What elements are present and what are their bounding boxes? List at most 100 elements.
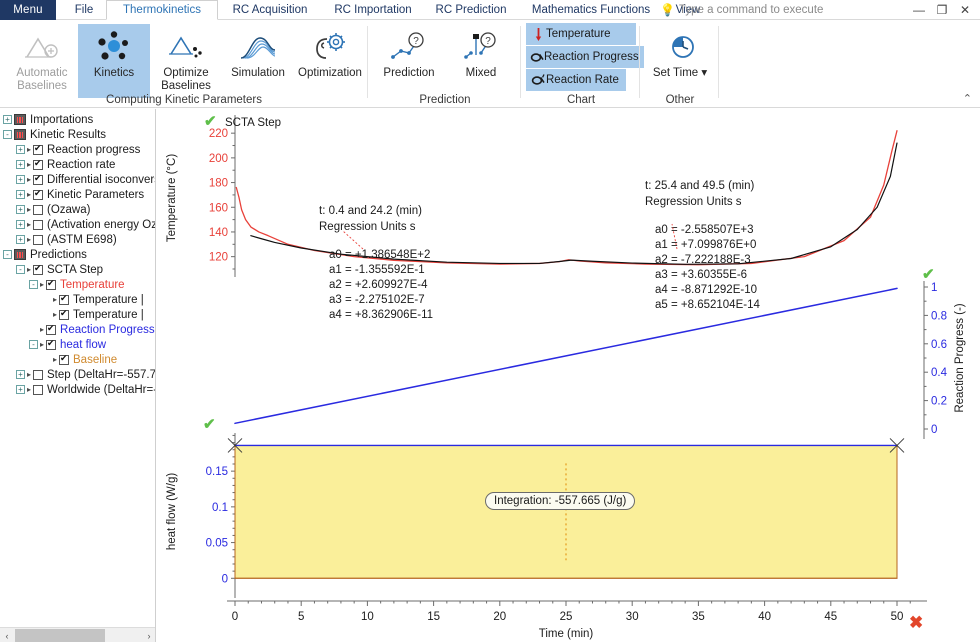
series-visible-checkmark-heat-flow[interactable]: ✔	[203, 417, 216, 432]
tab-rc-prediction[interactable]: RC Prediction	[424, 0, 518, 20]
ribbon-button-set-time[interactable]: Set Time ▾	[644, 24, 716, 98]
tree-item[interactable]: -Predictions	[0, 247, 155, 262]
minimize-button[interactable]: —	[908, 0, 930, 20]
close-chart-icon[interactable]: ✖	[909, 614, 923, 631]
tree-item-checkbox[interactable]	[46, 280, 56, 290]
tree-item[interactable]: +▸Worldwide (DeltaHr=-	[0, 382, 155, 397]
tree-item[interactable]: -▸Temperature	[0, 277, 155, 292]
tree-item-checkbox[interactable]	[33, 370, 43, 380]
tree-item[interactable]: +▸Differential isoconvers	[0, 172, 155, 187]
close-button[interactable]: ✕	[954, 0, 976, 20]
tree-arrow-icon[interactable]: ▸	[53, 295, 57, 304]
tree-arrow-icon[interactable]: ▸	[27, 145, 31, 154]
tree-item-checkbox[interactable]	[33, 265, 43, 275]
tree-item-checkbox[interactable]	[33, 145, 43, 155]
scroll-right-button[interactable]: ›	[142, 628, 156, 642]
tab-rc-importation[interactable]: RC Importation	[322, 0, 424, 20]
tree-arrow-icon[interactable]: ▸	[27, 160, 31, 169]
tree-item[interactable]: ▸Reaction Progress	[0, 322, 155, 337]
tree-item[interactable]: ▸Temperature |	[0, 292, 155, 307]
collapse-icon[interactable]: -	[29, 340, 38, 349]
expand-icon[interactable]: +	[16, 145, 25, 154]
ribbon-button-prediction[interactable]: ? Prediction	[373, 24, 445, 98]
tab-rc-acquisition[interactable]: RC Acquisition	[218, 0, 322, 20]
tree-item-checkbox[interactable]	[33, 220, 43, 230]
collapse-icon[interactable]: -	[3, 130, 12, 139]
tab-thermokinetics[interactable]: Thermokinetics	[106, 0, 218, 20]
chart-toggle-temperature[interactable]: Temperature	[526, 23, 636, 45]
expand-icon[interactable]: +	[3, 115, 12, 124]
tree-item[interactable]: +Importations	[0, 112, 155, 127]
tree-arrow-icon[interactable]: ▸	[27, 220, 31, 229]
ribbon-button-mixed[interactable]: ? Mixed	[445, 24, 517, 98]
expand-icon[interactable]: +	[16, 175, 25, 184]
series-visible-checkmark-reaction-progress[interactable]: ✔	[922, 267, 935, 282]
tab-file[interactable]: File	[62, 0, 106, 20]
expand-icon[interactable]: +	[16, 235, 25, 244]
tree-item-checkbox[interactable]	[46, 340, 56, 350]
ribbon-button-optimize-baselines[interactable]: Optimize Baselines	[150, 24, 222, 98]
tree-arrow-icon[interactable]: ▸	[53, 310, 57, 319]
integration-label[interactable]: Integration: -557.665 (J/g)	[485, 492, 635, 510]
tree-item-checkbox[interactable]	[33, 205, 43, 215]
tree-arrow-icon[interactable]: ▸	[53, 355, 57, 364]
chart-panel[interactable]: 120140160180200220Temperature (°C)t: 0.4…	[157, 109, 980, 642]
tree-item[interactable]: -▸SCTA Step	[0, 262, 155, 277]
tree-arrow-icon[interactable]: ▸	[27, 235, 31, 244]
scroll-left-button[interactable]: ‹	[0, 628, 14, 642]
tree-arrow-icon[interactable]: ▸	[27, 370, 31, 379]
expand-icon[interactable]: +	[16, 205, 25, 214]
menu-button[interactable]: Menu	[0, 0, 56, 20]
collapse-icon[interactable]: -	[16, 265, 25, 274]
tree-item[interactable]: -Kinetic Results	[0, 127, 155, 142]
chart-toggle-reaction-rate[interactable]: Reaction Rate	[526, 69, 626, 91]
tree-arrow-icon[interactable]: ▸	[27, 190, 31, 199]
tree-item[interactable]: +▸(ASTM E698)	[0, 232, 155, 247]
ribbon-button-kinetics[interactable]: Kinetics	[78, 24, 150, 98]
tree-item-checkbox[interactable]	[33, 175, 43, 185]
tree-item[interactable]: +▸Step (DeltaHr=-557.7J	[0, 367, 155, 382]
tree-item[interactable]: +▸Reaction progress	[0, 142, 155, 157]
tree-item-checkbox[interactable]	[59, 295, 69, 305]
tree-item-checkbox[interactable]	[33, 235, 43, 245]
tree-item[interactable]: +▸Kinetic Parameters	[0, 187, 155, 202]
tree-item-checkbox[interactable]	[59, 310, 69, 320]
command-search[interactable]: 💡 Type a command to execute	[660, 0, 823, 20]
tree-item-checkbox[interactable]	[46, 325, 56, 335]
tree-item[interactable]: +▸Reaction rate	[0, 157, 155, 172]
expand-icon[interactable]: +	[16, 160, 25, 169]
tree-item[interactable]: ▸Baseline	[0, 352, 155, 367]
collapse-icon[interactable]: -	[29, 280, 38, 289]
tree-item-checkbox[interactable]	[33, 385, 43, 395]
tree-item-checkbox[interactable]	[33, 160, 43, 170]
ribbon-button-optimization[interactable]: Optimization	[294, 24, 366, 98]
tree-arrow-icon[interactable]: ▸	[27, 205, 31, 214]
tree-arrow-icon[interactable]: ▸	[40, 325, 44, 334]
chart-toggle-reaction-progress[interactable]: Reaction Progress	[526, 46, 644, 68]
tab-mathematics-functions[interactable]: Mathematics Functions	[518, 0, 664, 20]
tree-item[interactable]: +▸(Ozawa)	[0, 202, 155, 217]
tree-item[interactable]: ▸Temperature |	[0, 307, 155, 322]
sidebar-horizontal-scrollbar[interactable]: ‹ ›	[0, 627, 156, 642]
ribbon-button-simulation[interactable]: Simulation	[222, 24, 294, 98]
collapse-icon[interactable]: -	[3, 250, 12, 259]
collapse-ribbon-button[interactable]: ⌃	[963, 92, 972, 105]
chart-canvas[interactable]: 120140160180200220Temperature (°C)t: 0.4…	[157, 109, 980, 642]
series-visible-checkmark-temperature[interactable]: ✔	[204, 114, 217, 129]
tree-arrow-icon[interactable]: ▸	[27, 385, 31, 394]
tree-item-checkbox[interactable]	[33, 190, 43, 200]
expand-icon[interactable]: +	[16, 190, 25, 199]
scrollbar-thumb[interactable]	[15, 629, 105, 642]
restore-button[interactable]: ❐	[931, 0, 953, 20]
tree-item[interactable]: -▸heat flow	[0, 337, 155, 352]
tree-arrow-icon[interactable]: ▸	[40, 280, 44, 289]
tree-item[interactable]: +▸(Activation energy Oz	[0, 217, 155, 232]
tree-arrow-icon[interactable]: ▸	[27, 175, 31, 184]
expand-icon[interactable]: +	[16, 370, 25, 379]
ribbon-button-automatic-baselines[interactable]: Automatic Baselines	[6, 24, 78, 98]
tree-arrow-icon[interactable]: ▸	[40, 340, 44, 349]
tree-item-checkbox[interactable]	[59, 355, 69, 365]
tree-arrow-icon[interactable]: ▸	[27, 265, 31, 274]
expand-icon[interactable]: +	[16, 220, 25, 229]
expand-icon[interactable]: +	[16, 385, 25, 394]
